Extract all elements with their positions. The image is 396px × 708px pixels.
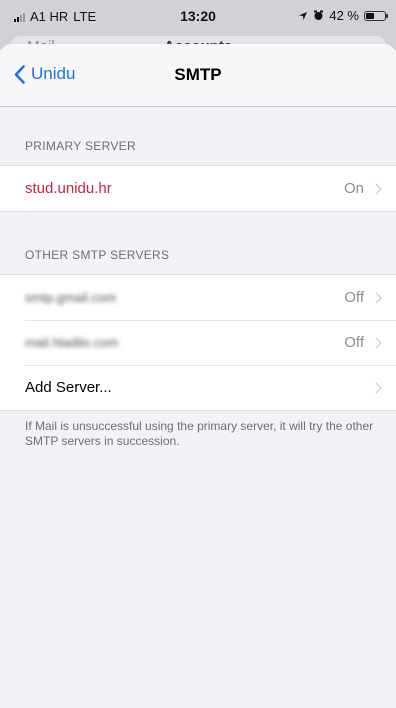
status-bar: A1 HR LTE 13:20 42 %	[0, 0, 396, 32]
smtp-sheet: Unidu SMTP PRIMARY SERVER stud.unidu.hr …	[0, 44, 396, 708]
primary-server-status: On	[343, 180, 364, 197]
primary-server-group: stud.unidu.hr On	[0, 165, 396, 212]
other-server-label: mail.hladilo.com	[25, 335, 119, 350]
battery-icon	[364, 10, 388, 21]
alarm-icon	[314, 10, 324, 20]
other-servers-group: smtp.gmail.com Off mail.hladilo.com Off …	[0, 274, 396, 411]
other-server-status: Off	[344, 289, 364, 306]
chevron-right-icon	[370, 182, 382, 195]
primary-server-header: PRIMARY SERVER	[25, 139, 136, 153]
other-server-status: Off	[344, 334, 364, 351]
location-arrow-icon	[299, 11, 308, 20]
navigation-bar: Unidu SMTP	[0, 44, 396, 107]
smtp-settings-screen: A1 HR LTE 13:20 42 % ‹ Mail Accounts Uni…	[0, 0, 396, 708]
other-server-row[interactable]: mail.hladilo.com Off	[0, 320, 396, 365]
primary-server-row[interactable]: stud.unidu.hr On	[0, 166, 396, 211]
chevron-right-icon	[370, 291, 382, 304]
other-server-row[interactable]: smtp.gmail.com Off	[0, 275, 396, 320]
add-server-row[interactable]: Add Server...	[0, 365, 396, 410]
other-servers-header: OTHER SMTP SERVERS	[25, 248, 170, 262]
battery-percent: 42 %	[329, 8, 359, 23]
chevron-right-icon	[370, 336, 382, 349]
page-title: SMTP	[174, 65, 222, 84]
footer-note: If Mail is unsuccessful using the primar…	[25, 419, 374, 448]
other-server-label: smtp.gmail.com	[25, 290, 117, 305]
add-server-label: Add Server...	[25, 379, 112, 396]
battery-fill	[366, 12, 374, 19]
status-right: 42 %	[298, 8, 388, 23]
primary-server-label: stud.unidu.hr	[25, 180, 112, 197]
chevron-right-icon	[370, 381, 382, 394]
